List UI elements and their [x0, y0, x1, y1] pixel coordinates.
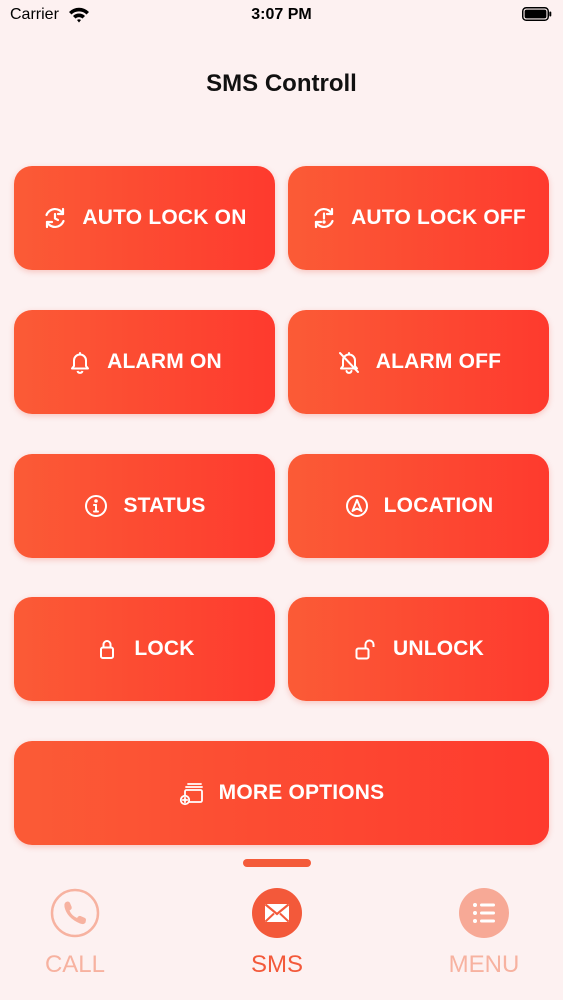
alarm-on-button[interactable]: ALARM ON [14, 310, 275, 414]
lock-label: LOCK [134, 637, 195, 660]
phone-icon [50, 888, 100, 938]
tab-call[interactable]: CALL [15, 888, 135, 979]
auto-lock-off-button[interactable]: AUTO LOCK OFF [288, 166, 549, 270]
unlock-button[interactable]: UNLOCK [288, 597, 549, 701]
add-stack-icon [179, 780, 205, 806]
alarm-on-label: ALARM ON [107, 350, 222, 373]
bell-off-icon [336, 349, 362, 375]
page-title: SMS Controll [206, 70, 357, 97]
active-tab-indicator [243, 859, 311, 867]
auto-lock-on-button[interactable]: AUTO LOCK ON [14, 166, 275, 270]
lock-button[interactable]: LOCK [14, 597, 275, 701]
navigation-icon [344, 493, 370, 519]
more-options-button[interactable]: MORE OPTIONS [14, 741, 549, 845]
tab-sms[interactable]: SMS [217, 888, 337, 979]
auto-lock-off-refresh-icon [311, 205, 337, 231]
tab-call-label: CALL [44, 951, 106, 978]
lock-icon [94, 636, 120, 662]
tab-sms-label: SMS [250, 951, 303, 978]
location-button[interactable]: LOCATION [288, 454, 549, 558]
status-label: STATUS [123, 494, 206, 517]
unlock-label: UNLOCK [392, 637, 485, 660]
alarm-off-label: ALARM OFF [375, 350, 502, 373]
more-options-label: MORE OPTIONS [218, 781, 385, 804]
status-button[interactable]: STATUS [14, 454, 275, 558]
tab-menu[interactable]: MENU [424, 888, 544, 979]
clock-time: 3:07 PM [251, 6, 312, 23]
status-bar: Carrier 3:07 PM [0, 0, 563, 32]
unlock-icon [353, 636, 379, 662]
list-icon [459, 888, 509, 938]
location-label: LOCATION [383, 494, 494, 517]
auto-lock-off-label: AUTO LOCK OFF [351, 206, 526, 229]
battery-icon [522, 7, 552, 21]
bell-icon [67, 349, 93, 375]
auto-lock-refresh-icon [42, 205, 68, 231]
tab-menu-label: MENU [448, 951, 520, 978]
alarm-off-button[interactable]: ALARM OFF [288, 310, 549, 414]
envelope-icon [252, 888, 302, 938]
auto-lock-on-label: AUTO LOCK ON [82, 206, 247, 229]
info-icon [83, 493, 109, 519]
